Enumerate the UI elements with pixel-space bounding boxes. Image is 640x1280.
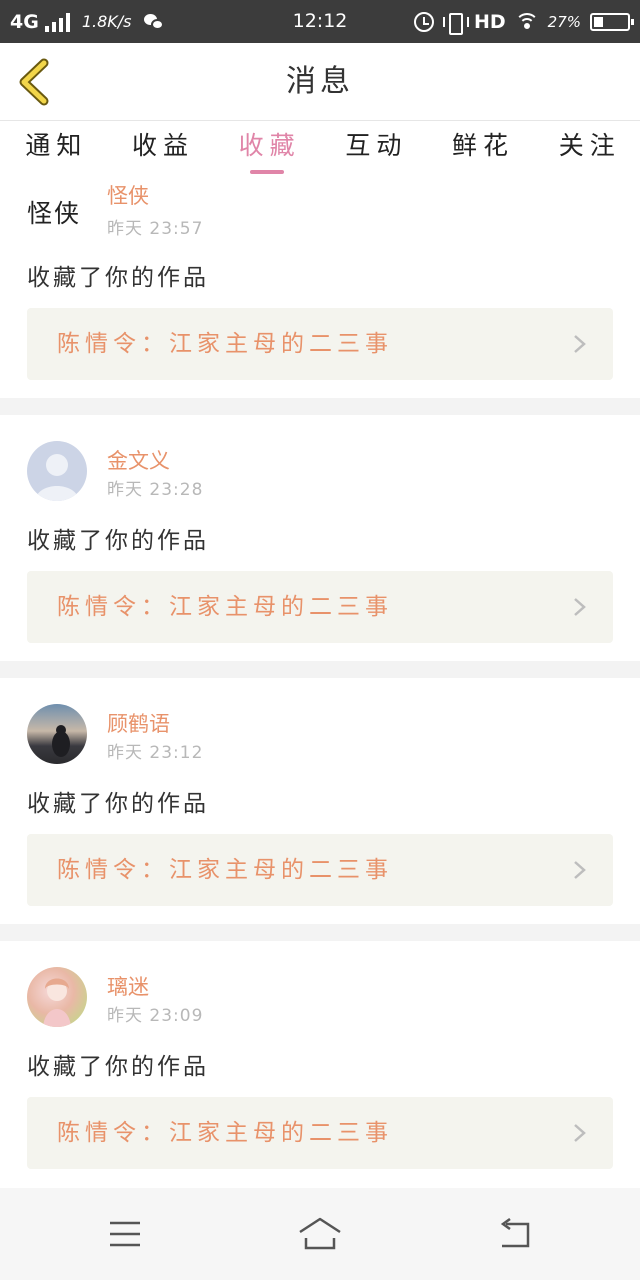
- timestamp: 昨天 23:57: [107, 219, 204, 239]
- back-icon: [500, 1217, 530, 1248]
- avatar[interactable]: [27, 967, 87, 1027]
- work-link[interactable]: 陈情令：江家主母的二三事: [27, 834, 613, 906]
- tab-bar: 通知 收益 收藏 互动 鲜花 关注: [0, 122, 640, 178]
- action-text: 收藏了你的作品: [27, 791, 209, 817]
- avatar[interactable]: 怪侠: [27, 184, 87, 244]
- wifi-icon: [514, 12, 539, 31]
- work-link[interactable]: 陈情令：江家主母的二三事: [27, 571, 613, 643]
- tab-interactions[interactable]: 互动: [320, 122, 427, 178]
- username[interactable]: 顾鹤语: [107, 708, 170, 738]
- chevron-right-icon: [574, 598, 586, 616]
- status-bar: 4G 1.8K/s 12:12 HD 27%: [0, 0, 640, 43]
- username[interactable]: 怪侠: [107, 180, 149, 210]
- network-type: 4G: [10, 10, 39, 33]
- list-item: 金文义 昨天 23:28 收藏了你的作品 陈情令：江家主母的二三事: [0, 415, 640, 661]
- action-text: 收藏了你的作品: [27, 528, 209, 554]
- work-title: 陈情令：江家主母的二三事: [57, 857, 393, 883]
- back-button[interactable]: [14, 57, 60, 107]
- username[interactable]: 璃迷: [107, 971, 149, 1001]
- timestamp: 昨天 23:12: [107, 743, 204, 763]
- divider: [0, 398, 640, 415]
- tab-earnings[interactable]: 收益: [107, 122, 214, 178]
- tab-favorites[interactable]: 收藏: [213, 122, 320, 178]
- timestamp: 昨天 23:28: [107, 480, 204, 500]
- avatar-text: 怪侠: [27, 199, 82, 228]
- work-title: 陈情令：江家主母的二三事: [57, 1120, 393, 1146]
- menu-icon: [110, 1221, 140, 1247]
- default-avatar-icon: [35, 454, 79, 501]
- avatar[interactable]: [27, 704, 87, 764]
- chevron-right-icon: [574, 1124, 586, 1142]
- signal-icon: [44, 12, 70, 32]
- tab-flowers[interactable]: 鲜花: [427, 122, 534, 178]
- list-item: 璃迷 昨天 23:09 收藏了你的作品 陈情令：江家主母的二三事: [0, 941, 640, 1187]
- list-item: 怪侠 怪侠 昨天 23:57 收藏了你的作品 陈情令：江家主母的二三事: [0, 178, 640, 398]
- battery-icon: [590, 12, 634, 31]
- work-link[interactable]: 陈情令：江家主母的二三事: [27, 308, 613, 380]
- battery-percent: 27%: [547, 12, 581, 31]
- hd-indicator: HD: [473, 10, 506, 33]
- username[interactable]: 金文义: [107, 445, 170, 475]
- action-text: 收藏了你的作品: [27, 265, 209, 291]
- divider: [0, 924, 640, 941]
- home-button[interactable]: [295, 1214, 345, 1254]
- back-nav-button[interactable]: [490, 1214, 540, 1254]
- action-text: 收藏了你的作品: [27, 1054, 209, 1080]
- chevron-left-icon: [19, 58, 49, 106]
- timestamp: 昨天 23:09: [107, 1006, 204, 1026]
- page-title: 消息: [286, 64, 354, 99]
- tab-following[interactable]: 关注: [533, 122, 640, 178]
- work-title: 陈情令：江家主母的二三事: [57, 594, 393, 620]
- avatar[interactable]: [27, 441, 87, 501]
- system-nav-bar: [0, 1188, 640, 1280]
- divider: [0, 661, 640, 678]
- tab-notifications[interactable]: 通知: [0, 122, 107, 178]
- app-header: 消息: [0, 43, 640, 121]
- home-icon: [299, 1217, 341, 1250]
- photo-avatar-icon: [52, 725, 70, 757]
- alarm-icon: [413, 11, 434, 32]
- menu-button[interactable]: [100, 1214, 150, 1254]
- work-title: 陈情令：江家主母的二三事: [57, 331, 393, 357]
- wechat-icon: [143, 13, 164, 30]
- chevron-right-icon: [574, 335, 586, 353]
- notification-list: 怪侠 怪侠 昨天 23:57 收藏了你的作品 陈情令：江家主母的二三事 金文义 …: [0, 178, 640, 1187]
- network-speed: 1.8K/s: [81, 12, 132, 31]
- work-link[interactable]: 陈情令：江家主母的二三事: [27, 1097, 613, 1169]
- vibrate-icon: [442, 12, 469, 35]
- chevron-right-icon: [574, 861, 586, 879]
- illustration-avatar-icon: [43, 978, 71, 1027]
- list-item: 顾鹤语 昨天 23:12 收藏了你的作品 陈情令：江家主母的二三事: [0, 678, 640, 924]
- active-tab-indicator: [249, 170, 284, 174]
